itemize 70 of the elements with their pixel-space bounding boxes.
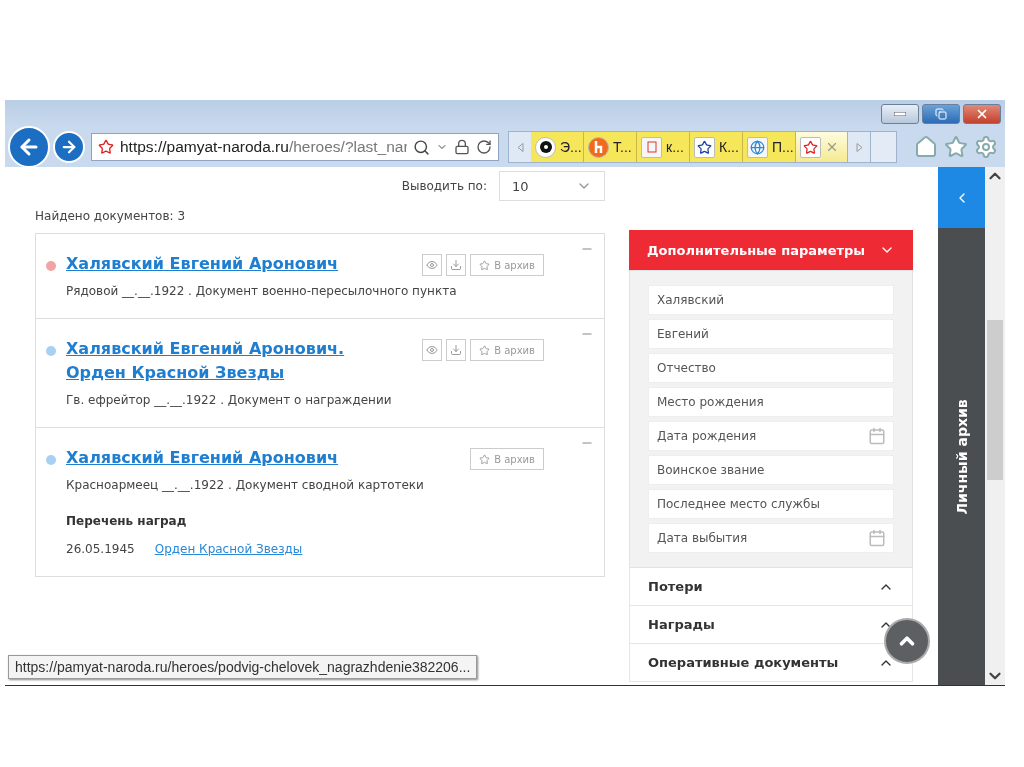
scrollbar-thumb[interactable] bbox=[987, 320, 1003, 480]
disc-icon bbox=[535, 136, 556, 158]
eye-icon bbox=[426, 259, 439, 271]
result-description: Гв. ефрейтор __.__.1922 . Документ о награждении bbox=[66, 393, 393, 407]
globe-icon bbox=[747, 136, 768, 158]
close-button[interactable] bbox=[963, 103, 1001, 124]
view-button[interactable] bbox=[422, 339, 443, 361]
download-icon bbox=[450, 344, 463, 356]
page-size-label: Выводить по: bbox=[401, 179, 487, 193]
search-icon[interactable] bbox=[413, 138, 430, 156]
h-logo-icon bbox=[588, 136, 609, 158]
input-field[interactable]: Воинское звание bbox=[648, 455, 894, 485]
star-document-icon bbox=[694, 136, 715, 158]
accordion-section[interactable]: Награды bbox=[629, 606, 913, 644]
star-icon bbox=[479, 344, 491, 356]
document-icon bbox=[641, 136, 662, 158]
view-button[interactable] bbox=[422, 254, 443, 276]
input-field[interactable]: Дата рождения bbox=[648, 421, 894, 451]
restore-icon bbox=[935, 107, 947, 120]
result-description: Красноармеец __.__.1922 . Документ сводной картотеки bbox=[66, 478, 425, 492]
restore-button[interactable] bbox=[922, 103, 960, 124]
browser-tab[interactable]: к... bbox=[637, 132, 690, 162]
settings-icon[interactable] bbox=[974, 135, 998, 159]
accordion-section[interactable]: Оперативные документы bbox=[629, 644, 913, 682]
results-count: Найдено документов: 3 bbox=[35, 209, 187, 223]
forward-arrow-icon bbox=[60, 138, 78, 156]
eye-icon bbox=[426, 344, 439, 356]
home-icon[interactable] bbox=[914, 135, 938, 159]
minimize-icon bbox=[894, 111, 906, 116]
close-icon[interactable] bbox=[825, 140, 839, 154]
back-button[interactable] bbox=[8, 126, 50, 168]
award-date: 26.05.1945 bbox=[66, 542, 135, 556]
star-icon bbox=[479, 453, 491, 465]
lock-icon bbox=[454, 139, 470, 155]
scroll-left-icon[interactable] bbox=[516, 142, 524, 152]
download-icon bbox=[450, 259, 463, 271]
browser-tab[interactable]: П... bbox=[743, 132, 796, 162]
browser-tab[interactable]: Т... bbox=[584, 132, 637, 162]
input-field[interactable]: Последнее место службы bbox=[648, 489, 894, 519]
download-button[interactable] bbox=[446, 254, 467, 276]
browser-tab[interactable]: Э... bbox=[531, 132, 584, 162]
input-field[interactable]: Халявский bbox=[648, 285, 894, 315]
input-field[interactable]: Дата выбытия bbox=[648, 523, 894, 553]
calendar-icon[interactable] bbox=[868, 427, 886, 445]
refresh-icon[interactable] bbox=[476, 139, 492, 155]
filters-header[interactable]: Дополнительные параметры bbox=[629, 230, 913, 270]
result-description: Рядовой __.__.1922 . Документ военно-пересылочного пункта bbox=[66, 284, 458, 298]
forward-button[interactable] bbox=[53, 131, 85, 163]
input-field[interactable]: Место рождения bbox=[648, 387, 894, 417]
input-field[interactable]: Отчество bbox=[648, 353, 894, 383]
calendar-icon[interactable] bbox=[868, 529, 886, 547]
favorites-icon[interactable] bbox=[944, 135, 968, 159]
new-tab-button[interactable] bbox=[870, 132, 896, 162]
side-tab[interactable]: Личный архив bbox=[953, 398, 970, 515]
scroll-right-icon[interactable] bbox=[855, 142, 863, 152]
page-size-select[interactable]: 10 bbox=[499, 171, 605, 201]
result-title-link[interactable]: Халявский Евгений Аронович bbox=[66, 252, 366, 276]
awards-heading: Перечень наград bbox=[66, 514, 188, 528]
result-title-link[interactable]: Халявский Евгений Аронович. Орден Красной Звезды bbox=[66, 337, 366, 385]
result-title-link[interactable]: Халявский Евгений Аронович bbox=[66, 446, 366, 470]
input-field[interactable]: Евгений bbox=[648, 319, 894, 349]
accordion-section[interactable]: Потери bbox=[629, 568, 913, 606]
minimize-button[interactable] bbox=[881, 103, 919, 124]
award-link[interactable]: Орден Красной Звезды bbox=[154, 542, 303, 556]
browser-tab[interactable]: К... bbox=[690, 132, 743, 162]
download-button[interactable] bbox=[446, 339, 467, 361]
status-url: https://pamyat-naroda.ru/heroes/podvig-chelovek_nagrazhdenie382206... bbox=[8, 655, 478, 679]
star-icon bbox=[98, 139, 114, 155]
browser-tab[interactable] bbox=[796, 132, 848, 162]
star-icon bbox=[479, 259, 491, 271]
